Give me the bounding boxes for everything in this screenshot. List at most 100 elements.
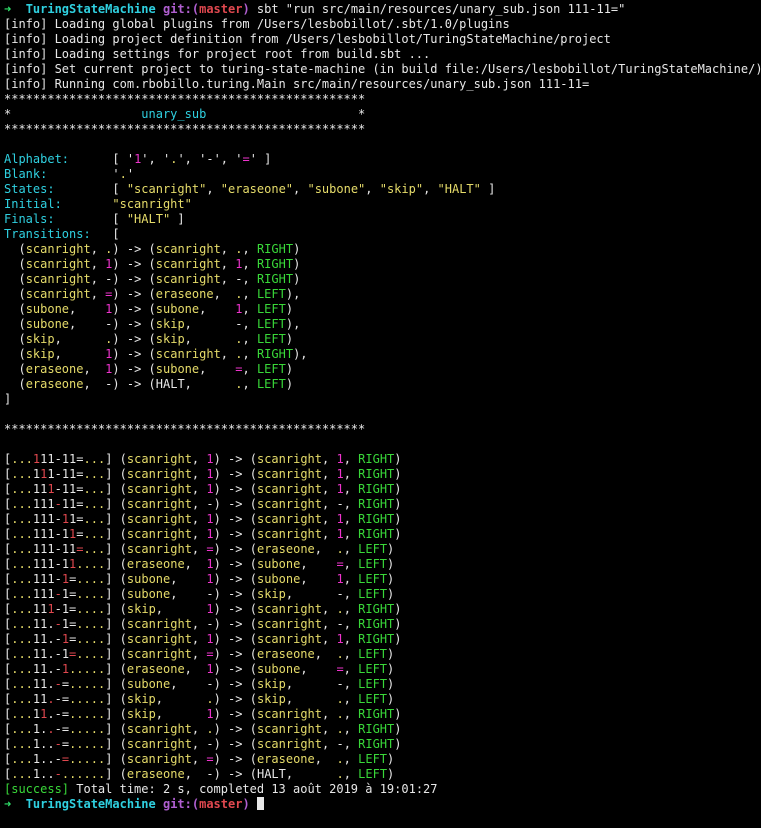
terminal-text: ... — [11, 707, 33, 721]
terminal-text: RIGHT — [358, 467, 395, 481]
terminal-text: ( — [4, 287, 26, 301]
terminal-text: TuringStateMachine — [25, 797, 163, 811]
terminal-text: 1= — [61, 617, 77, 631]
terminal-text: - — [54, 497, 62, 511]
terminal-line: (subone, 1) -> (subone, 1, LEFT) — [4, 302, 761, 317]
terminal-text: ( — [4, 347, 26, 361]
terminal-text: , — [191, 497, 207, 511]
terminal-text: ) — [394, 482, 402, 496]
terminal-text: , — [285, 587, 337, 601]
terminal-text: ..... — [69, 752, 106, 766]
terminal-window[interactable]: ➜ TuringStateMachine git:(master) sbt "r… — [0, 0, 761, 812]
terminal-line: [info] Running com.rbobillo.turing.Main … — [4, 77, 761, 92]
terminal-text: ( — [4, 377, 26, 391]
terminal-text: . — [336, 692, 344, 706]
terminal-text: , — [54, 347, 106, 361]
terminal-text: 1 — [206, 452, 214, 466]
terminal-text: , — [199, 302, 236, 316]
terminal-text: eraseone — [256, 542, 315, 556]
terminal-text: RIGHT — [358, 722, 395, 736]
terminal-text: = — [76, 542, 84, 556]
terminal-line: (skip, 1) -> (scanright, ., RIGHT), — [4, 347, 761, 362]
terminal-text: LEFT — [256, 287, 286, 301]
terminal-text: ) -> ( — [213, 662, 257, 676]
terminal-text: = — [61, 737, 70, 751]
terminal-text: . — [336, 647, 344, 661]
terminal-text: ..... — [69, 662, 106, 676]
terminal-text: skip — [256, 677, 286, 691]
terminal-text: , — [184, 557, 207, 571]
terminal-text: 1.. — [32, 767, 55, 781]
terminal-text: ) — [387, 572, 395, 586]
terminal-text: LEFT — [358, 752, 388, 766]
terminal-text: 1= — [69, 512, 84, 526]
terminal-text: ), — [293, 347, 308, 361]
terminal-text: - — [206, 617, 214, 631]
terminal-line: Transitions: [ — [4, 227, 761, 242]
terminal-text: - — [336, 737, 344, 751]
terminal-text: scanright — [256, 512, 322, 526]
terminal-text: [success] — [4, 782, 70, 796]
terminal-text: ), — [285, 317, 301, 331]
terminal-text: 1 — [336, 467, 344, 481]
terminal-text: RIGHT — [358, 707, 395, 721]
terminal-text: ... — [11, 602, 33, 616]
terminal-text: ) -> ( — [112, 332, 156, 346]
terminal-text: 111- — [32, 512, 62, 526]
terminal-text: ... — [11, 767, 33, 781]
terminal-text: ... — [11, 722, 33, 736]
terminal-text: , — [54, 332, 106, 346]
terminal-text: -1= — [54, 602, 77, 616]
terminal-text: , — [220, 272, 236, 286]
terminal-text: , — [343, 482, 359, 496]
terminal-line: ****************************************… — [4, 422, 761, 437]
terminal-text: 11-11= — [40, 452, 84, 466]
terminal-text: , — [343, 602, 359, 616]
terminal-text: , — [191, 722, 207, 736]
terminal-text: = — [242, 152, 250, 166]
terminal-text: , — [242, 377, 257, 391]
terminal-line: [info] Loading global plugins from /User… — [4, 17, 761, 32]
terminal-text: 1 — [206, 527, 214, 541]
terminal-text: scanright — [155, 242, 221, 256]
terminal-text: Initial: — [4, 197, 62, 211]
terminal-text: ) — [387, 542, 395, 556]
terminal-text: , — [285, 767, 337, 781]
terminal-text: ... — [11, 527, 33, 541]
terminal-text: 1 — [206, 572, 214, 586]
terminal-text: eraseone — [256, 647, 315, 661]
terminal-text: 1 — [336, 482, 344, 496]
terminal-text: ', ' — [213, 152, 243, 166]
terminal-text: LEFT — [256, 332, 286, 346]
terminal-text: = — [61, 677, 70, 691]
terminal-text: ( — [4, 302, 26, 316]
terminal-text: LEFT — [358, 587, 388, 601]
terminal-text: ] ( — [105, 512, 127, 526]
terminal-text: skip — [25, 347, 55, 361]
terminal-text: scanright — [256, 497, 323, 511]
terminal-text: subone — [126, 587, 171, 601]
terminal-text: ) -> ( — [213, 467, 257, 481]
terminal-line: [...111-11=...] (scanright, 1) -> (scanr… — [4, 482, 761, 497]
terminal-text: ... — [11, 467, 33, 481]
terminal-text: , — [300, 572, 337, 586]
terminal-text: , — [155, 602, 207, 616]
terminal-text: ', ' — [177, 152, 207, 166]
terminal-text: ... — [11, 512, 33, 526]
terminal-text: master — [199, 797, 243, 811]
terminal-text: , — [170, 572, 207, 586]
terminal-text: .-= — [47, 707, 70, 721]
terminal-text: - — [336, 677, 344, 691]
terminal-text: . — [336, 707, 344, 721]
terminal-text: - — [206, 737, 214, 751]
terminal-text: ..... — [69, 677, 106, 691]
terminal-text: ) — [387, 752, 395, 766]
terminal-text: * — [206, 107, 366, 121]
terminal-text: ) — [387, 587, 395, 601]
terminal-text: , — [199, 362, 236, 376]
terminal-text: eraseone — [256, 752, 315, 766]
terminal-text: scanright — [256, 527, 322, 541]
terminal-text: , — [343, 557, 359, 571]
